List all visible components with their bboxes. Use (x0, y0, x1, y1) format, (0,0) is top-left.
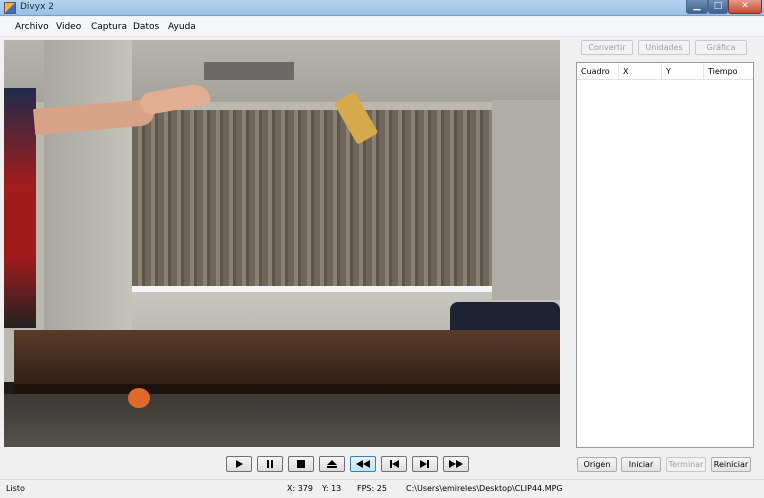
iniciar-button[interactable]: Iniciar (621, 457, 661, 472)
menu-ayuda[interactable]: Ayuda (168, 22, 196, 32)
maximize-button[interactable]: □ (708, 0, 728, 14)
step-back-icon (390, 460, 399, 468)
pause-button[interactable] (257, 456, 283, 472)
video-frame[interactable] (4, 40, 560, 447)
column-x[interactable]: X (619, 63, 662, 80)
reiniciar-button[interactable]: Reiniciar (711, 457, 751, 472)
fast-forward-button[interactable] (443, 456, 469, 472)
status-y: Y: 13 (322, 484, 342, 493)
window-title: Divyx 2 (20, 2, 54, 12)
grafica-button[interactable]: Gráfica (695, 40, 747, 55)
column-tiempo[interactable]: Tiempo (704, 63, 753, 80)
play-icon (236, 460, 243, 468)
table-header: Cuadro X Y Tiempo (577, 63, 753, 80)
step-forward-icon (420, 460, 429, 468)
close-button[interactable]: ✕ (728, 0, 762, 14)
app-icon (4, 2, 16, 14)
play-button[interactable] (226, 456, 252, 472)
status-bar: Listo X: 379 Y: 13 FPS: 25 C:\Users\emir… (0, 479, 764, 498)
video-person (4, 88, 36, 328)
status-file-path: C:\Users\emireles\Desktop\CLIP44.MPG (406, 484, 563, 493)
stop-icon (297, 460, 305, 468)
video-right-wall (492, 100, 560, 300)
eject-icon (327, 460, 337, 468)
video-blinds (132, 110, 492, 288)
status-state: Listo (6, 484, 25, 493)
video-table (14, 330, 560, 390)
step-back-button[interactable] (381, 456, 407, 472)
menu-captura[interactable]: Captura (91, 22, 127, 32)
unidades-button[interactable]: Unidades (638, 40, 690, 55)
minimize-button[interactable]: ▁ (686, 0, 708, 14)
menu-archivo[interactable]: Archivo (15, 22, 49, 32)
title-bar: Divyx 2 ▁ □ ✕ (0, 0, 764, 16)
data-table[interactable]: Cuadro X Y Tiempo (576, 62, 754, 448)
video-table-edge (14, 384, 560, 394)
video-vent (204, 62, 294, 80)
menu-video[interactable]: Video (56, 22, 81, 32)
origen-button[interactable]: Origen (577, 457, 617, 472)
rewind-button[interactable] (350, 456, 376, 472)
video-floor (4, 394, 560, 447)
eject-button[interactable] (319, 456, 345, 472)
step-forward-button[interactable] (412, 456, 438, 472)
rewind-icon (356, 460, 370, 468)
column-y[interactable]: Y (662, 63, 704, 80)
stop-button[interactable] (288, 456, 314, 472)
status-fps: FPS: 25 (357, 484, 387, 493)
convertir-button[interactable]: Convertir (581, 40, 633, 55)
menu-bar: Archivo Video Captura Datos Ayuda (0, 17, 764, 37)
fast-forward-icon (449, 460, 463, 468)
pause-icon (267, 460, 273, 468)
video-ball (128, 388, 150, 408)
menu-datos[interactable]: Datos (133, 22, 159, 32)
column-cuadro[interactable]: Cuadro (577, 63, 619, 80)
terminar-button[interactable]: Terminar (666, 457, 706, 472)
status-x: X: 379 (287, 484, 313, 493)
